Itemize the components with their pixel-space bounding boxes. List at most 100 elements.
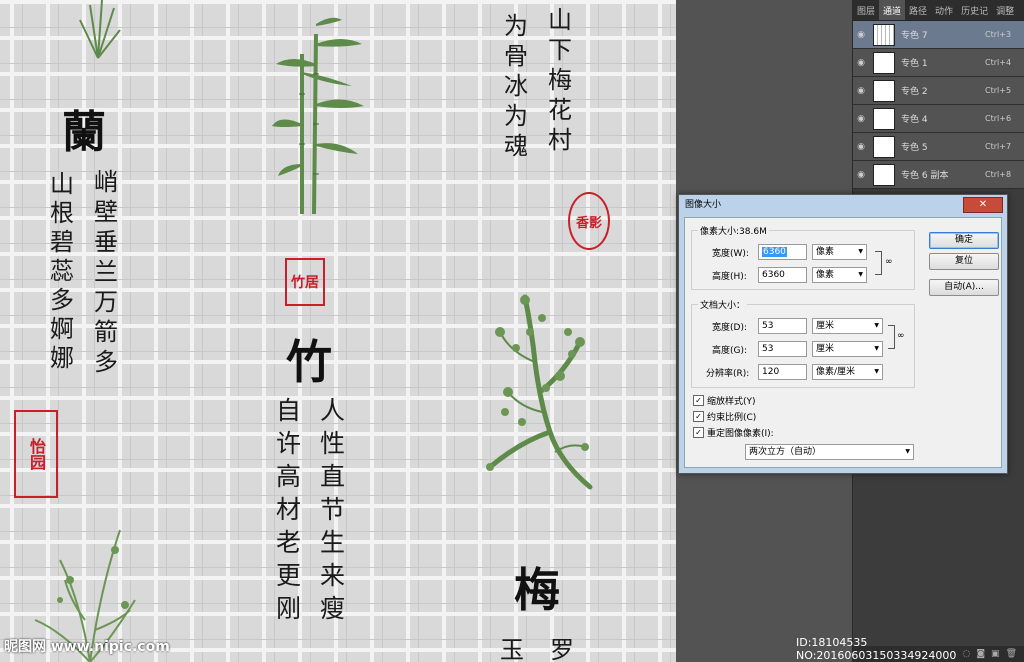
channel-name: 专色 7 <box>901 31 928 41</box>
plum-seal: 香影 <box>568 192 610 250</box>
resample-label: 重定图像像素(I): <box>707 429 774 439</box>
poem-char: 根 <box>50 199 74 227</box>
plum-poem-col-b: 山 下 梅 花 村 <box>548 8 572 152</box>
eye-icon[interactable]: ◉ <box>853 114 869 124</box>
site-watermark: 昵图网 www.nipic.com <box>4 639 170 655</box>
checkbox-checked-icon: ✓ <box>693 411 704 422</box>
channel-row[interactable]: ◉ 专色 5 Ctrl+7 <box>853 133 1024 161</box>
channel-row[interactable]: ◉ 专色 1 Ctrl+4 <box>853 49 1024 77</box>
poem-char: 骨 <box>504 42 528 70</box>
channel-thumbnail <box>873 163 895 186</box>
doc-height-unit-select[interactable]: 厘米 <box>812 341 883 357</box>
scale-styles-checkbox[interactable]: ✓ 缩放样式(Y) <box>693 394 756 407</box>
channel-shortcut: Ctrl+4 <box>985 58 1012 67</box>
plum-poem-col-a: 为 骨 冰 为 魂 <box>504 14 528 158</box>
doc-height-input[interactable]: 53 <box>758 341 807 357</box>
poem-char: 罗 <box>550 636 574 662</box>
auto-button[interactable]: 自动(A)... <box>929 279 999 296</box>
tab-adjustments[interactable]: 调整 <box>992 0 1018 20</box>
checkbox-checked-icon: ✓ <box>693 395 704 406</box>
resolution-input[interactable]: 120 <box>758 364 807 380</box>
scale-styles-label: 缩放样式(Y) <box>707 397 756 407</box>
reset-button[interactable]: 复位 <box>929 253 999 270</box>
channel-row[interactable]: ◉ 专色 6 副本 Ctrl+8 <box>853 161 1024 189</box>
eye-icon[interactable]: ◉ <box>853 58 869 68</box>
resample-checkbox[interactable]: ✓ 重定图像像素(I): <box>693 426 774 439</box>
poem-char: 峭 <box>94 168 118 196</box>
poem-char: 生 <box>320 528 346 557</box>
channel-row[interactable]: ◉ 专色 2 Ctrl+5 <box>853 77 1024 105</box>
poem-char: 为 <box>504 12 528 40</box>
poem-char: 魂 <box>504 132 528 160</box>
constrain-link-bracket <box>888 325 895 349</box>
document-canvas[interactable]: 蘭 山 根 碧 蕊 多 婀 娜 峭 壁 垂 兰 万 箭 多 怡园 竹居 竹 自 … <box>0 0 676 662</box>
poem-char: 箭 <box>94 318 118 346</box>
tab-history[interactable]: 历史记 <box>957 0 992 20</box>
eye-icon[interactable]: ◉ <box>853 170 869 180</box>
resample-method-select[interactable]: 两次立方（自动） <box>745 444 914 460</box>
plum-blossom-illustration <box>486 294 593 490</box>
poem-char: 兰 <box>94 258 118 286</box>
channel-thumbnail <box>873 51 895 74</box>
poem-char: 万 <box>94 288 118 316</box>
close-button[interactable]: ✕ <box>963 197 1003 213</box>
poem-char: 刚 <box>276 594 302 623</box>
poem-char: 材 <box>276 495 302 524</box>
bamboo-poem-col-b: 人 性 直 节 生 来 瘦 <box>320 398 345 621</box>
channel-row[interactable]: ◉ 专色 4 Ctrl+6 <box>853 105 1024 133</box>
poem-char: 婀 <box>50 315 74 343</box>
chain-link-icon: ∞ <box>897 331 905 341</box>
bamboo-seal: 竹居 <box>285 258 325 306</box>
width-unit-select[interactable]: 像素 <box>812 244 867 260</box>
image-size-dialog: 图像大小 ✕ 像素大小:38.6M 宽度(W): 6360 像素 高度(H): … <box>678 194 1008 474</box>
channel-shortcut: Ctrl+7 <box>985 142 1012 151</box>
constrain-proportions-checkbox[interactable]: ✓ 约束比例(C) <box>693 410 756 423</box>
orchid-poem-col-a: 山 根 碧 蕊 多 婀 娜 <box>50 172 74 370</box>
channel-shortcut: Ctrl+3 <box>985 30 1012 39</box>
eye-icon[interactable]: ◉ <box>853 142 869 152</box>
channel-thumbnail <box>873 23 895 46</box>
poem-char: 冰 <box>504 72 528 100</box>
poem-char: 山 <box>548 6 572 34</box>
channel-thumbnail <box>873 107 895 130</box>
channel-row[interactable]: ◉ 专色 7 Ctrl+3 <box>853 21 1024 49</box>
poem-char: 自 <box>276 396 302 425</box>
tab-paths[interactable]: 路径 <box>905 0 931 20</box>
bamboo-heading: 竹 <box>286 335 332 389</box>
checkbox-checked-icon: ✓ <box>693 427 704 438</box>
poem-char: 碧 <box>50 228 74 256</box>
ok-button[interactable]: 确定 <box>929 232 999 249</box>
chain-link-icon: ∞ <box>885 257 893 267</box>
poem-char: 性 <box>320 429 346 458</box>
width-input[interactable]: 6360 <box>758 244 807 260</box>
poem-char: 娜 <box>50 344 74 372</box>
orchid-heading: 蘭 <box>62 107 106 158</box>
height-input[interactable]: 6360 <box>758 267 807 283</box>
channel-shortcut: Ctrl+6 <box>985 114 1012 123</box>
tab-layers[interactable]: 图层 <box>853 0 879 20</box>
poem-char: 下 <box>548 36 572 64</box>
tab-channels[interactable]: 通道 <box>879 0 906 20</box>
resolution-unit-select[interactable]: 像素/厘米 <box>812 364 883 380</box>
poem-char: 多 <box>50 286 74 314</box>
grass-top-illustration <box>79 0 121 59</box>
channel-name: 专色 1 <box>901 59 928 69</box>
poem-char: 直 <box>320 462 346 491</box>
channel-name: 专色 4 <box>901 115 928 125</box>
doc-width-unit-select[interactable]: 厘米 <box>812 318 883 334</box>
poem-char: 梅 <box>548 66 572 94</box>
eye-icon[interactable]: ◉ <box>853 30 869 40</box>
eye-icon[interactable]: ◉ <box>853 86 869 96</box>
dialog-titlebar[interactable]: 图像大小 ✕ <box>679 195 1007 215</box>
constrain-link-bracket <box>875 251 882 275</box>
plum-bottom-chars: 玉 罗 <box>500 630 574 662</box>
doc-width-label: 宽度(D): <box>712 323 747 333</box>
tab-actions[interactable]: 动作 <box>931 0 957 20</box>
poem-char: 壁 <box>94 198 118 226</box>
poem-char: 花 <box>548 96 572 124</box>
bamboo-poem-col-a: 自 许 高 材 老 更 刚 <box>276 398 301 621</box>
height-unit-select[interactable]: 像素 <box>812 267 867 283</box>
poem-char: 为 <box>504 102 528 130</box>
doc-width-input[interactable]: 53 <box>758 318 807 334</box>
height-label: 高度(H): <box>712 272 747 282</box>
